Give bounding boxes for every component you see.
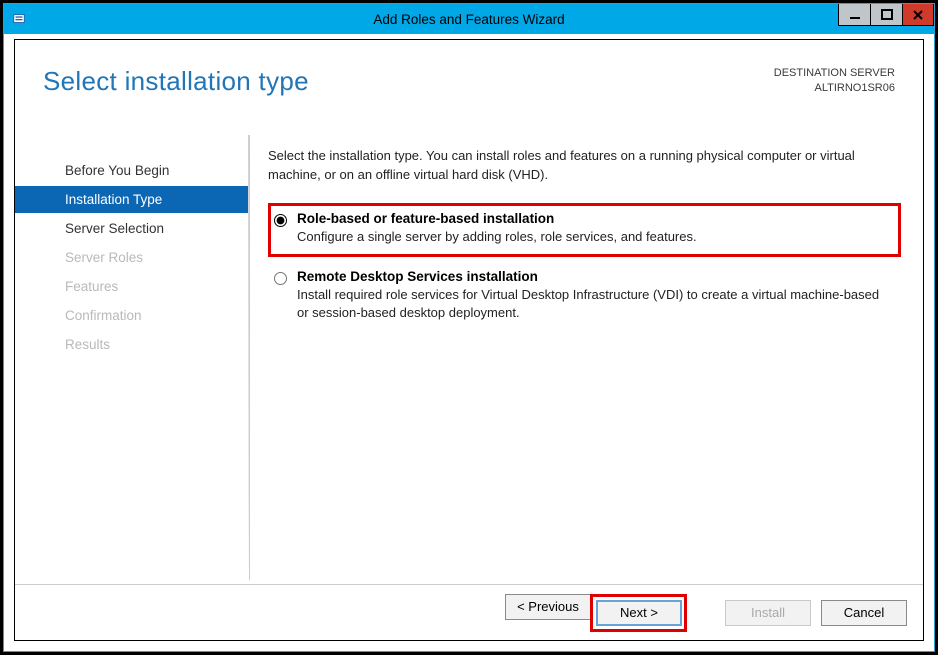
step-features: Features bbox=[55, 273, 249, 300]
app-icon bbox=[8, 8, 30, 30]
option-rds-radio[interactable] bbox=[274, 272, 287, 285]
nav-button-group: < Previous Next > bbox=[505, 594, 687, 632]
step-server-roles: Server Roles bbox=[55, 244, 249, 271]
destination-label: DESTINATION SERVER bbox=[774, 66, 895, 81]
page-title: Select installation type bbox=[43, 66, 309, 97]
cancel-button[interactable]: Cancel bbox=[821, 600, 907, 626]
window-title: Add Roles and Features Wizard bbox=[4, 12, 934, 27]
wizard-content: Select installation type DESTINATION SER… bbox=[14, 39, 924, 641]
option-role-based[interactable]: Role-based or feature-based installation… bbox=[268, 203, 901, 257]
step-results: Results bbox=[55, 331, 249, 358]
sidebar-divider bbox=[248, 135, 249, 580]
footer-bar: < Previous Next > Install Cancel bbox=[15, 584, 923, 640]
next-highlight-box: Next > bbox=[590, 594, 687, 632]
step-confirmation: Confirmation bbox=[55, 302, 249, 329]
option-role-based-text: Role-based or feature-based installation… bbox=[297, 211, 697, 247]
title-bar: Add Roles and Features Wizard bbox=[4, 4, 934, 34]
step-installation-type[interactable]: Installation Type bbox=[15, 186, 249, 213]
option-rds-desc: Install required role services for Virtu… bbox=[297, 286, 891, 324]
wizard-window: Add Roles and Features Wizard Select ins… bbox=[3, 3, 935, 652]
option-role-based-title: Role-based or feature-based installation bbox=[297, 211, 697, 226]
option-rds[interactable]: Remote Desktop Services installation Ins… bbox=[268, 261, 901, 334]
main-pane: Select the installation type. You can in… bbox=[250, 135, 923, 580]
previous-button[interactable]: < Previous bbox=[505, 594, 591, 620]
header-area: Select installation type DESTINATION SER… bbox=[15, 40, 923, 109]
maximize-button[interactable] bbox=[870, 4, 902, 26]
destination-server: ALTIRNO1SR06 bbox=[774, 81, 895, 96]
window-controls bbox=[838, 4, 934, 26]
option-rds-text: Remote Desktop Services installation Ins… bbox=[297, 269, 891, 324]
option-rds-title: Remote Desktop Services installation bbox=[297, 269, 891, 284]
body-area: Before You Begin Installation Type Serve… bbox=[15, 135, 923, 580]
step-sidebar: Before You Begin Installation Type Serve… bbox=[15, 135, 250, 580]
minimize-button[interactable] bbox=[838, 4, 870, 26]
install-button: Install bbox=[725, 600, 811, 626]
intro-text: Select the installation type. You can in… bbox=[268, 147, 901, 185]
step-server-selection[interactable]: Server Selection bbox=[55, 215, 249, 242]
option-role-based-radio[interactable] bbox=[274, 214, 287, 227]
next-button[interactable]: Next > bbox=[596, 600, 682, 626]
close-button[interactable] bbox=[902, 4, 934, 26]
destination-block: DESTINATION SERVER ALTIRNO1SR06 bbox=[774, 66, 895, 97]
step-before-you-begin[interactable]: Before You Begin bbox=[55, 157, 249, 184]
option-role-based-desc: Configure a single server by adding role… bbox=[297, 228, 697, 247]
